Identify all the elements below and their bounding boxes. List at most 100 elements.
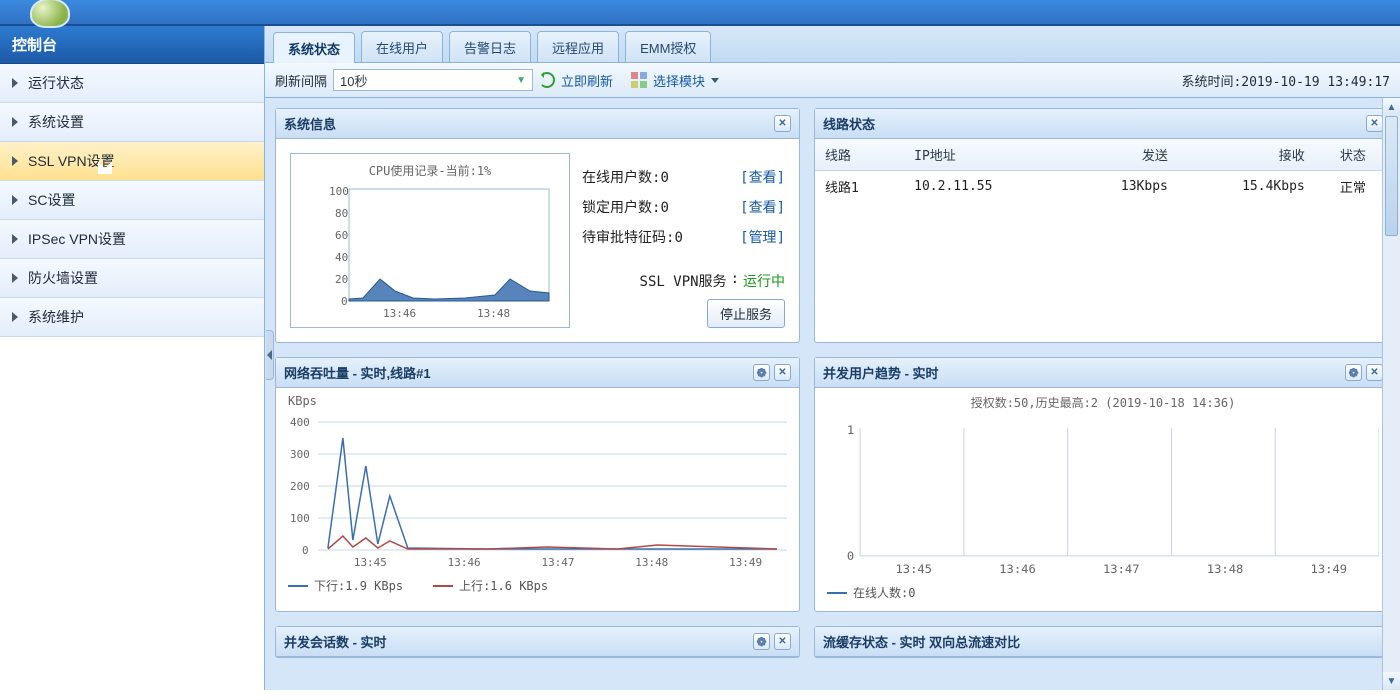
- content-area: 系统状态在线用户告警日志远程应用EMM授权 刷新间隔 10秒 ▼ 立即刷新 选择…: [265, 26, 1400, 690]
- svg-text:1: 1: [847, 423, 854, 437]
- svg-text:13:49: 13:49: [1311, 562, 1348, 575]
- svg-text:13:48: 13:48: [477, 307, 510, 319]
- modules-icon: [631, 72, 647, 88]
- sidebar-item-5[interactable]: 防火墙设置: [0, 259, 264, 298]
- throughput-unit: KBps: [288, 394, 787, 408]
- stop-service-button[interactable]: 停止服务: [707, 299, 785, 328]
- tab-4[interactable]: EMM授权: [625, 31, 711, 62]
- panel-system-info: 系统信息 CPU使用记录-当前:1% 100: [275, 108, 800, 343]
- chevron-down-icon: [711, 78, 719, 83]
- tab-strip: 系统状态在线用户告警日志远程应用EMM授权: [265, 26, 1400, 63]
- svg-text:0: 0: [341, 295, 348, 308]
- refresh-interval-select[interactable]: 10秒 ▼: [333, 69, 533, 91]
- sidebar-item-3[interactable]: SC设置: [0, 181, 264, 220]
- select-modules-link[interactable]: 选择模块: [653, 71, 705, 90]
- gear-icon[interactable]: [753, 633, 770, 650]
- scroll-down-arrow[interactable]: ▼: [1383, 672, 1400, 690]
- svg-text:13:46: 13:46: [999, 562, 1036, 575]
- gear-icon[interactable]: [753, 364, 770, 381]
- scroll-up-arrow[interactable]: ▲: [1383, 98, 1400, 116]
- chevron-right-icon: [12, 195, 18, 205]
- vertical-scrollbar[interactable]: ▲ ▼: [1382, 98, 1400, 690]
- close-icon[interactable]: [774, 633, 791, 650]
- scrollbar-thumb[interactable]: [1385, 116, 1398, 236]
- concurrency-chart: 1 0: [827, 415, 1379, 575]
- svg-text:300: 300: [290, 448, 310, 461]
- sidebar-item-label: 系统维护: [28, 307, 84, 327]
- col-header: 接收: [1178, 139, 1315, 171]
- chevron-right-icon: [12, 312, 18, 322]
- svg-text:400: 400: [290, 416, 310, 429]
- view-online-users-link[interactable]: 查看: [740, 167, 785, 187]
- cpu-chart-box: CPU使用记录-当前:1% 100 80 60 40 20: [290, 153, 570, 328]
- chevron-right-icon: [12, 234, 18, 244]
- panel-title: 并发会话数 - 实时: [284, 632, 387, 651]
- legend-up: 上行:1.6 KBps: [433, 577, 548, 594]
- chevron-right-icon: [12, 78, 18, 88]
- sidebar-item-label: SC设置: [28, 190, 75, 210]
- concurrency-subtitle: 授权数:50,历史最高:2 (2019-10-18 14:36): [827, 394, 1379, 411]
- chevron-right-icon: [12, 273, 18, 283]
- chevron-right-icon: [12, 156, 18, 166]
- sidebar-item-label: 运行状态: [28, 73, 84, 93]
- svg-text:13:46: 13:46: [383, 307, 416, 319]
- topbar: [0, 0, 1400, 26]
- panel-concurrency: 并发用户趋势 - 实时 授权数:50,历史最高:2 (2019-10-18 14…: [814, 357, 1392, 612]
- panel-concurrent-sessions: 并发会话数 - 实时: [275, 626, 800, 658]
- refresh-icon: [539, 72, 555, 88]
- refresh-interval-label: 刷新间隔: [275, 71, 327, 90]
- svg-text:40: 40: [335, 251, 348, 264]
- chevron-down-icon: ▼: [516, 75, 526, 86]
- svg-text:13:48: 13:48: [1207, 562, 1244, 575]
- panel-title: 流缓存状态 - 实时 双向总流速对比: [823, 632, 1020, 651]
- svg-text:20: 20: [335, 273, 348, 286]
- panel-title: 网络吞吐量 - 实时,线路#1: [284, 363, 431, 382]
- svg-text:100: 100: [329, 185, 349, 198]
- close-icon[interactable]: [1366, 364, 1383, 381]
- view-locked-users-link[interactable]: 查看: [740, 197, 785, 217]
- col-header: IP地址: [904, 139, 1067, 171]
- panel-throughput: 网络吞吐量 - 实时,线路#1 KBps 400 300 200: [275, 357, 800, 612]
- svg-text:0: 0: [847, 549, 854, 563]
- sidebar: 控制台 运行状态系统设置SSL VPN设置SC设置IPSec VPN设置防火墙设…: [0, 26, 265, 690]
- sidebar-item-label: SSL VPN设置: [28, 151, 115, 171]
- sidebar-item-label: 防火墙设置: [28, 268, 98, 288]
- refresh-interval-value: 10秒: [340, 71, 367, 90]
- refresh-now-link[interactable]: 立即刷新: [561, 71, 613, 90]
- chevron-right-icon: [12, 117, 18, 127]
- close-icon[interactable]: [774, 115, 791, 132]
- panel-line-status: 线路状态 线路IP地址发送接收状态 线路110.2.11.5513Kbps15.…: [814, 108, 1392, 343]
- sysinfo-stats: 在线用户数:0 查看 锁定用户数:0 查看 待审批特征码:0 管理: [582, 153, 785, 328]
- svg-text:13:49: 13:49: [729, 556, 762, 568]
- svg-text:0: 0: [302, 544, 309, 557]
- tab-0[interactable]: 系统状态: [273, 32, 355, 63]
- svg-text:13:45: 13:45: [895, 562, 932, 575]
- panels-container: 系统信息 CPU使用记录-当前:1% 100: [265, 98, 1400, 690]
- tab-2[interactable]: 告警日志: [449, 31, 531, 62]
- svg-text:13:45: 13:45: [354, 556, 387, 568]
- svg-text:60: 60: [335, 229, 348, 242]
- tab-1[interactable]: 在线用户: [361, 31, 443, 62]
- sidebar-collapse-handle[interactable]: [266, 330, 274, 380]
- gear-icon[interactable]: [1345, 364, 1362, 381]
- sidebar-item-4[interactable]: IPSec VPN设置: [0, 220, 264, 259]
- system-time: 系统时间:2019-10-19 13:49:17: [1181, 71, 1390, 90]
- cpu-chart-title: CPU使用记录-当前:1%: [301, 162, 559, 179]
- throughput-chart: 400 300 200 100 0: [288, 408, 787, 568]
- manage-pending-codes-link[interactable]: 管理: [740, 227, 785, 247]
- sidebar-item-1[interactable]: 系统设置: [0, 103, 264, 142]
- panel-flowcache: 流缓存状态 - 实时 双向总流速对比: [814, 626, 1392, 658]
- logo: [30, 0, 70, 28]
- sidebar-item-2[interactable]: SSL VPN设置: [0, 142, 264, 181]
- table-row[interactable]: 线路110.2.11.5513Kbps15.4Kbps正常: [815, 171, 1391, 203]
- svg-text:13:47: 13:47: [1103, 562, 1140, 575]
- sidebar-item-label: 系统设置: [28, 112, 84, 132]
- close-icon[interactable]: [774, 364, 791, 381]
- col-header: 发送: [1067, 139, 1178, 171]
- close-icon[interactable]: [1366, 115, 1383, 132]
- panel-title: 线路状态: [823, 114, 875, 133]
- tab-3[interactable]: 远程应用: [537, 31, 619, 62]
- svg-text:13:48: 13:48: [635, 556, 668, 568]
- sidebar-item-0[interactable]: 运行状态: [0, 64, 264, 103]
- sidebar-item-6[interactable]: 系统维护: [0, 298, 264, 337]
